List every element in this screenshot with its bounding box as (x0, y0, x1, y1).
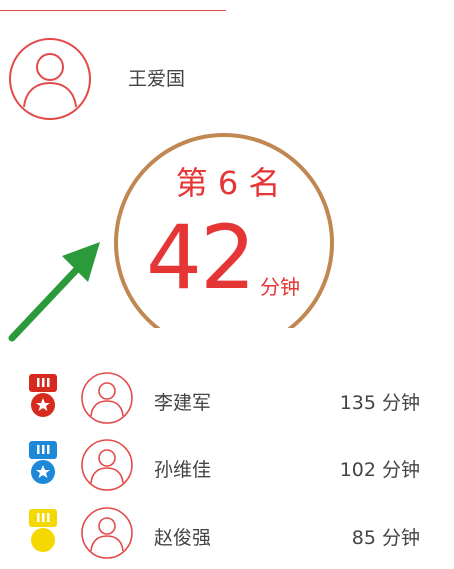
medal-icon (29, 509, 57, 552)
user-avatar[interactable] (8, 37, 92, 121)
leaderboard-row[interactable]: 李建军 135 分钟 (0, 372, 454, 434)
row-name: 赵俊强 (154, 527, 212, 549)
row-minutes: 102 分钟 (339, 459, 420, 481)
row-name: 孙维佳 (154, 459, 212, 481)
leaderboard-row[interactable]: 孙维佳 102 分钟 (0, 439, 454, 501)
rank-label: 第 6 名 (175, 164, 281, 202)
rank-unit: 分钟 (260, 275, 300, 299)
rank-panel: 第 6 名 42 分钟 (110, 128, 346, 328)
avatar-icon (81, 372, 133, 424)
user-name: 王爱国 (128, 68, 186, 90)
arrow-icon (8, 242, 100, 342)
medal-icon (29, 441, 57, 484)
medal-icon (29, 374, 57, 417)
row-minutes: 85 分钟 (351, 527, 420, 549)
avatar-icon (81, 507, 133, 559)
avatar-icon (81, 439, 133, 491)
rank-minutes: 42 (146, 206, 256, 309)
leaderboard-row[interactable]: 赵俊强 85 分钟 (0, 507, 454, 569)
row-minutes: 135 分钟 (339, 392, 420, 414)
avatar-icon (9, 38, 91, 120)
header-divider (0, 10, 226, 11)
row-name: 李建军 (154, 392, 212, 414)
